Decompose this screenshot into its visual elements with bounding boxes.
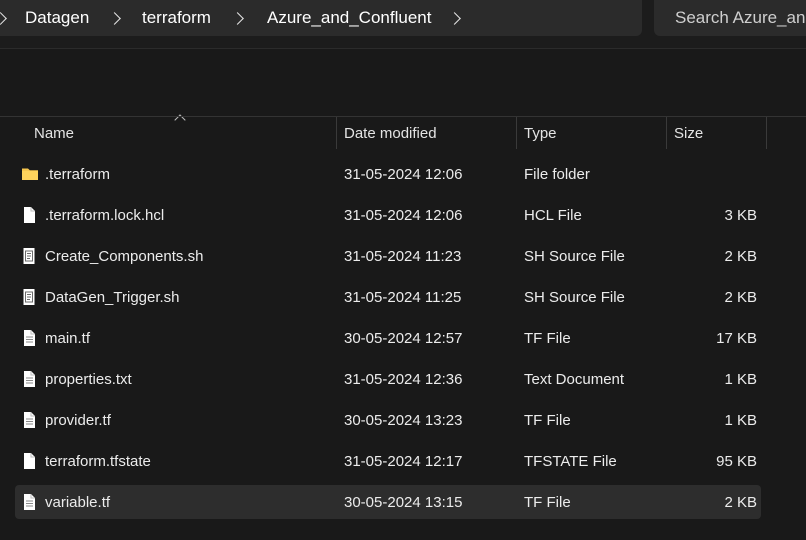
file-row[interactable]: Create_Components.sh 31-05-2024 11:23 SH S… [15,239,761,273]
file-date-modified: 31-05-2024 12:06 [344,165,463,183]
file-date-modified: 31-05-2024 12:06 [344,206,463,224]
file-date-modified: 30-05-2024 13:23 [344,411,463,429]
file-name: DataGen_Trigger.sh [45,288,180,306]
column-header-size-label: Size [674,124,704,142]
file-name: .terraform [45,165,111,183]
chevron-right-icon[interactable] [108,12,121,25]
folder-icon [20,165,38,183]
column-header-type-label: Type [524,124,557,142]
file-type: HCL File [524,206,582,224]
file-type: TF File [524,493,571,511]
file-name: terraform.tfstate [45,452,151,470]
column-header-type[interactable]: Type [524,117,557,149]
file-type: File folder [524,165,590,183]
column-header-size[interactable]: Size [674,117,703,149]
file-row[interactable]: provider.tf 30-05-2024 13:23 TF File 1 KB [15,403,761,437]
file-size: 2 KB [724,493,757,511]
column-header-date-label: Date modified [344,124,437,142]
file-row[interactable]: properties.txt 31-05-2024 12:36 Text Docum… [15,362,761,396]
file-name: Create_Components.sh [45,247,204,265]
breadcrumb-item[interactable]: Azure_and_Confluent [267,8,431,28]
text-file-icon [20,411,38,429]
file-row[interactable]: .terraform.lock.hcl 31-05-2024 12:06 HCL F… [15,198,761,232]
file-name: properties.txt [45,370,132,388]
chevron-right-icon[interactable] [231,12,244,25]
column-headers: Name Date modified Type Size [0,116,806,149]
file-size: 1 KB [724,411,757,429]
column-divider[interactable] [516,117,517,149]
address-bar[interactable]: Datagen terraform Azure_and_Confluent [0,0,642,36]
file-date-modified: 31-05-2024 12:36 [344,370,463,388]
chevron-right-icon[interactable] [448,12,461,25]
script-file-icon [20,247,38,265]
search-box[interactable] [654,0,806,36]
file-type: TF File [524,329,571,347]
blank-file-icon [20,452,38,470]
file-date-modified: 30-05-2024 13:15 [344,493,463,511]
blank-file-icon [20,206,38,224]
column-divider[interactable] [336,117,337,149]
column-divider[interactable] [666,117,667,149]
breadcrumb-item[interactable]: Datagen [25,8,89,28]
column-header-name[interactable]: Name [34,117,74,149]
search-input[interactable] [673,7,806,29]
column-divider[interactable] [766,117,767,149]
text-file-icon [20,370,38,388]
text-file-icon [20,493,38,511]
file-row[interactable]: .terraform 31-05-2024 12:06 File folder [15,157,761,191]
file-type: TFSTATE File [524,452,617,470]
file-type: SH Source File [524,288,625,306]
column-header-date[interactable]: Date modified [344,117,437,149]
file-row[interactable]: main.tf 30-05-2024 12:57 TF File 17 KB [15,321,761,355]
file-type: SH Source File [524,247,625,265]
file-size: 17 KB [716,329,757,347]
file-name: main.tf [45,329,91,347]
file-size: 2 KB [724,247,757,265]
file-type: TF File [524,411,571,429]
file-date-modified: 30-05-2024 12:57 [344,329,463,347]
file-size: 1 KB [724,370,757,388]
top-bar: Datagen terraform Azure_and_Confluent [0,0,806,49]
column-header-name-label: Name [34,124,75,142]
file-size [677,157,757,191]
file-date-modified: 31-05-2024 11:23 [344,247,462,265]
script-file-icon [20,288,38,306]
breadcrumb-item[interactable]: terraform [142,8,211,28]
file-date-modified: 31-05-2024 11:25 [344,288,462,306]
file-row[interactable]: DataGen_Trigger.sh 31-05-2024 11:25 SH Sou… [15,280,761,314]
file-row[interactable]: variable.tf 30-05-2024 13:15 TF File 2 KB [15,485,761,519]
file-size: 3 KB [724,206,757,224]
file-name: variable.tf [45,493,111,511]
file-size: 95 KB [716,452,757,470]
file-name: provider.tf [45,411,111,429]
file-date-modified: 31-05-2024 12:17 [344,452,463,470]
text-file-icon [20,329,38,347]
file-name: .terraform.lock.hcl [45,206,165,224]
file-row[interactable]: terraform.tfstate 31-05-2024 12:17 TFSTATE… [15,444,761,478]
chevron-right-icon[interactable] [0,12,7,25]
file-size: 2 KB [724,288,757,306]
file-type: Text Document [524,370,625,388]
